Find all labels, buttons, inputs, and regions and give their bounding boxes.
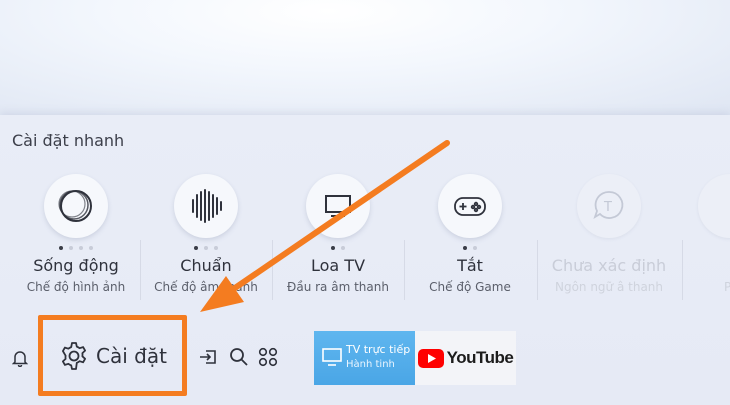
apps-icon[interactable] <box>258 347 278 371</box>
quick-setting-label: Tắt <box>457 256 483 275</box>
notification-icon[interactable] <box>11 349 29 371</box>
tv-icon <box>322 348 342 366</box>
youtube-tile[interactable]: YouTube <box>415 331 516 385</box>
gamepad-icon <box>438 174 502 238</box>
text-language-icon: T <box>577 174 641 238</box>
quick-setting-sublabel: P <box>724 280 730 294</box>
quick-setting-sound-output[interactable]: Loa TV Đầu ra âm thanh <box>273 174 403 304</box>
tv-speaker-icon <box>306 174 370 238</box>
quick-setting-game-mode[interactable]: Tắt Chế độ Game <box>405 174 535 304</box>
tv-live-title: TV trực tiếp <box>346 343 411 356</box>
sound-mode-icon <box>174 174 238 238</box>
option-indicator <box>141 246 271 250</box>
youtube-play-icon <box>417 348 444 368</box>
quick-setting-sound-mode[interactable]: Chuẩn Chế độ âm thanh <box>141 174 271 304</box>
quick-setting-label: Loa TV <box>310 256 366 275</box>
tv-live-tile[interactable]: TV trực tiếp Hành tinh <box>314 331 415 385</box>
quick-setting-label: Sống động <box>33 256 119 275</box>
tv-live-sublabel: Hành tinh <box>346 359 395 370</box>
quick-setting-label: Chưa xác định <box>551 256 667 275</box>
quick-setting-audio-language: T Chưa xác định Ngôn ngữ â thanh <box>544 174 674 304</box>
quick-setting-sublabel: Chế độ Game <box>429 280 511 294</box>
quick-setting-sublabel: Chế độ âm thanh <box>154 280 258 294</box>
quick-setting-label: Chuẩn <box>180 256 232 275</box>
settings-button[interactable]: Cài đặt <box>38 315 187 396</box>
option-indicator <box>273 246 403 250</box>
quick-setting-partial: P P <box>698 174 730 304</box>
gear-icon <box>62 341 87 370</box>
divider <box>537 240 538 300</box>
source-icon[interactable] <box>198 347 218 371</box>
picture-mode-icon <box>44 174 108 238</box>
quick-setting-sublabel: Ngôn ngữ â thanh <box>554 280 664 294</box>
svg-text:T: T <box>603 200 612 215</box>
settings-label: Cài đặt <box>96 343 167 368</box>
quick-setting-sublabel: Chế độ hình ảnh <box>26 280 126 294</box>
screen-background <box>0 0 730 115</box>
option-indicator <box>11 246 141 250</box>
partial-icon <box>698 174 730 238</box>
option-indicator <box>405 246 535 250</box>
youtube-label: YouTube <box>446 348 514 367</box>
divider <box>682 240 683 300</box>
quick-settings-title: Cài đặt nhanh <box>12 131 125 150</box>
quick-setting-sublabel: Đầu ra âm thanh <box>287 280 389 294</box>
quick-setting-picture-mode[interactable]: Sống động Chế độ hình ảnh <box>11 174 141 304</box>
search-icon[interactable] <box>229 347 249 371</box>
